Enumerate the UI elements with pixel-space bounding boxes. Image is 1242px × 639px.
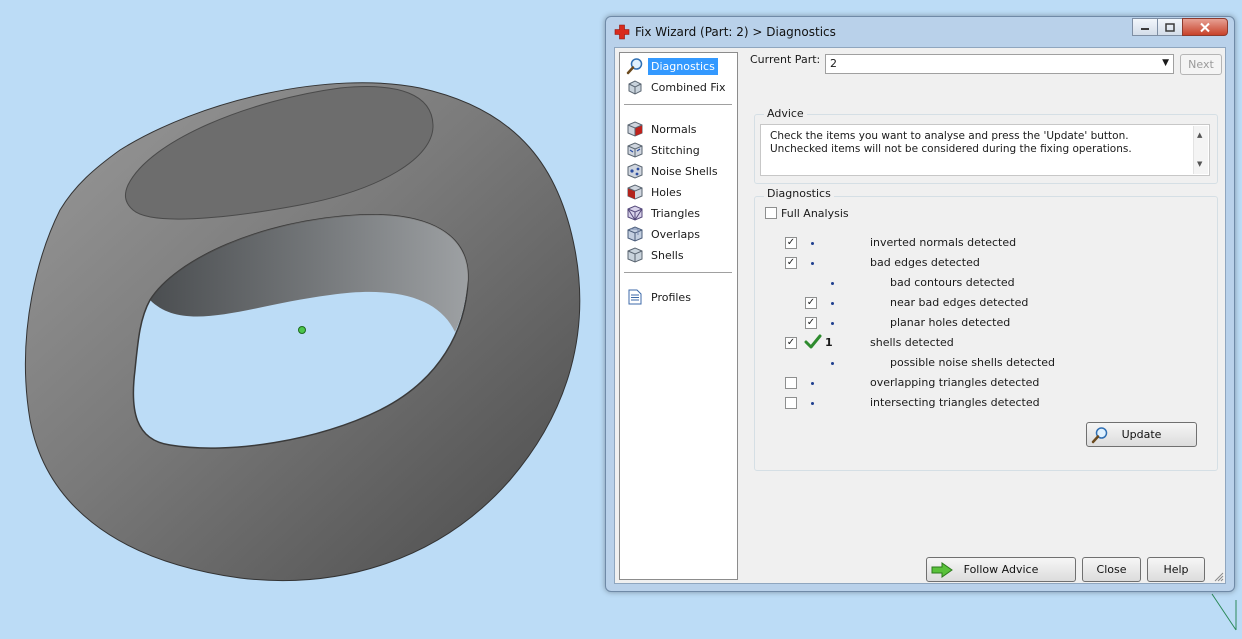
nav-item-label: Stitching xyxy=(651,143,700,157)
ok-checkmark-icon xyxy=(804,334,822,349)
intersecting-triangles-checkbox[interactable] xyxy=(785,397,797,409)
next-button[interactable]: Next xyxy=(1180,54,1222,75)
nav-item-label: Diagnostics xyxy=(648,57,718,75)
dropdown-arrow-icon: ▼ xyxy=(1162,58,1169,68)
follow-advice-button[interactable]: Follow Advice xyxy=(926,557,1076,582)
update-button-label: Update xyxy=(1121,428,1162,441)
inverted-normals-checkbox[interactable]: ✓ xyxy=(785,237,797,249)
help-button[interactable]: Help xyxy=(1147,557,1205,582)
overlaps-cube-icon xyxy=(626,225,644,243)
document-icon xyxy=(626,288,644,306)
pivot-point-icon xyxy=(298,326,306,334)
close-window-button[interactable] xyxy=(1182,18,1228,36)
advice-text: Check the items you want to analyse and … xyxy=(770,130,1132,155)
nav-item-label: Combined Fix xyxy=(651,80,726,94)
near-bad-edges-label: near bad edges detected xyxy=(890,296,1029,309)
follow-advice-label: Follow Advice xyxy=(963,563,1039,576)
bad-contours-label: bad contours detected xyxy=(890,276,1015,289)
nav-item-holes[interactable]: Holes xyxy=(626,182,685,202)
noise-shells-icon xyxy=(626,162,644,180)
current-part-value: 2 xyxy=(830,57,837,70)
full-analysis-checkbox[interactable] xyxy=(765,207,777,219)
near-bad-edges-checkbox[interactable]: ✓ xyxy=(805,297,817,309)
stitching-cube-icon xyxy=(626,141,644,159)
window-title: Fix Wizard (Part: 2) > Diagnostics xyxy=(635,25,836,39)
close-button-label: Close xyxy=(1096,563,1127,576)
resize-grip-icon[interactable] xyxy=(1214,572,1224,582)
noise-shells-label: possible noise shells detected xyxy=(890,356,1056,369)
close-icon xyxy=(1200,22,1210,32)
fix-wizard-dialog: Fix Wizard (Part: 2) > Diagnostics Diagn… xyxy=(605,16,1235,592)
close-button[interactable]: Close xyxy=(1082,557,1141,582)
wizard-nav: Diagnostics Combined Fix Normals Stitchi… xyxy=(619,52,738,580)
nav-item-combined-fix[interactable]: Combined Fix xyxy=(626,77,728,97)
nav-item-label: Noise Shells xyxy=(651,164,718,178)
holes-cube-icon xyxy=(626,183,644,201)
bad-edges-label: bad edges detected xyxy=(870,256,980,269)
nav-item-shells[interactable]: Shells xyxy=(626,245,687,265)
maximize-icon xyxy=(1165,22,1175,32)
nav-item-label: Profiles xyxy=(651,290,691,304)
magnifier-icon xyxy=(626,57,644,75)
status-bullet xyxy=(811,402,814,405)
advice-scrollbar[interactable]: ▲ ▼ xyxy=(1193,126,1208,174)
current-part-label: Current Part: xyxy=(750,53,821,66)
shells-label: shells detected xyxy=(870,336,954,349)
shells-count: 1 xyxy=(825,336,833,349)
status-bullet xyxy=(811,382,814,385)
normals-cube-icon xyxy=(626,120,644,138)
nav-item-label: Overlaps xyxy=(651,227,700,241)
axis-indicator-icon xyxy=(1211,593,1237,631)
nav-item-label: Triangles xyxy=(651,206,700,220)
next-button-label: Next xyxy=(1188,58,1214,71)
overlapping-triangles-checkbox[interactable] xyxy=(785,377,797,389)
nav-divider xyxy=(624,272,732,273)
nav-item-overlaps[interactable]: Overlaps xyxy=(626,224,703,244)
green-arrow-icon xyxy=(931,562,953,578)
status-bullet xyxy=(831,302,834,305)
nav-item-triangles[interactable]: Triangles xyxy=(626,203,703,223)
nav-item-label: Shells xyxy=(651,248,684,262)
maximize-button[interactable] xyxy=(1157,18,1183,36)
nav-item-diagnostics[interactable]: Diagnostics xyxy=(626,56,718,76)
window-controls xyxy=(1132,18,1228,36)
overlapping-triangles-label: overlapping triangles detected xyxy=(870,376,1040,389)
nav-item-profiles[interactable]: Profiles xyxy=(626,287,694,307)
status-bullet xyxy=(811,262,814,265)
triangles-cube-icon xyxy=(626,204,644,222)
minimize-button[interactable] xyxy=(1132,18,1158,36)
help-button-label: Help xyxy=(1163,563,1189,576)
diagnostics-group-title: Diagnostics xyxy=(764,187,834,200)
intersecting-triangles-label: intersecting triangles detected xyxy=(870,396,1040,409)
nav-item-label: Normals xyxy=(651,122,697,136)
title-bar[interactable]: Fix Wizard (Part: 2) > Diagnostics xyxy=(606,17,1234,47)
dialog-client-area: Diagnostics Combined Fix Normals Stitchi… xyxy=(614,47,1226,584)
nav-item-normals[interactable]: Normals xyxy=(626,119,700,139)
advice-textbox[interactable]: Check the items you want to analyse and … xyxy=(760,124,1210,176)
current-part-select[interactable]: 2 ▼ xyxy=(825,54,1174,74)
nav-item-stitching[interactable]: Stitching xyxy=(626,140,703,160)
status-bullet xyxy=(831,322,834,325)
advice-group-title: Advice xyxy=(764,107,807,120)
nav-item-noise-shells[interactable]: Noise Shells xyxy=(626,161,721,181)
update-button[interactable]: Update xyxy=(1086,422,1197,447)
planar-holes-label: planar holes detected xyxy=(890,316,1011,329)
cube-icon xyxy=(626,78,644,96)
nav-item-label: Holes xyxy=(651,185,682,199)
shells-checkbox[interactable]: ✓ xyxy=(785,337,797,349)
magnifier-icon xyxy=(1091,427,1108,444)
nav-divider xyxy=(624,104,732,105)
bad-edges-checkbox[interactable]: ✓ xyxy=(785,257,797,269)
shells-cube-icon xyxy=(626,246,644,264)
status-bullet xyxy=(831,282,834,285)
status-bullet xyxy=(831,362,834,365)
inverted-normals-label: inverted normals detected xyxy=(870,236,1017,249)
full-analysis-label: Full Analysis xyxy=(781,207,849,220)
planar-holes-checkbox[interactable]: ✓ xyxy=(805,317,817,329)
scroll-down-icon[interactable]: ▼ xyxy=(1197,158,1202,171)
status-bullet xyxy=(811,242,814,245)
red-cross-icon xyxy=(614,24,630,40)
minimize-icon xyxy=(1141,28,1149,30)
scroll-up-icon[interactable]: ▲ xyxy=(1197,129,1202,142)
